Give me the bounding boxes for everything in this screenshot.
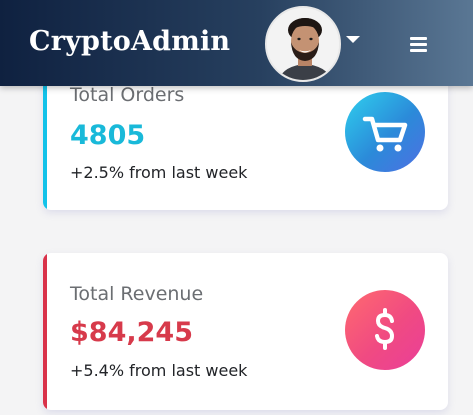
shopping-cart-icon (345, 92, 425, 172)
card-title: Total Orders (70, 84, 185, 106)
dollar-sign-icon (345, 290, 425, 370)
menu-line (410, 49, 427, 52)
caret-down-icon[interactable] (346, 36, 360, 43)
card-value: 4805 (70, 120, 146, 151)
menu-line (410, 43, 427, 46)
card-change: +5.4% from last week (70, 361, 248, 380)
brand-logo[interactable]: CryptoAdmin (29, 26, 230, 57)
card-value: $84,245 (70, 317, 193, 348)
card-accent-bar (43, 253, 47, 410)
stat-card-total-revenue: Total Revenue $84,245 +5.4% from last we… (43, 253, 448, 410)
hamburger-menu-icon[interactable] (408, 35, 430, 53)
card-title: Total Revenue (70, 283, 204, 305)
menu-line (410, 37, 427, 40)
top-navbar: CryptoAdmin (0, 0, 473, 86)
avatar-image (267, 8, 339, 80)
user-avatar[interactable] (265, 6, 341, 82)
card-change: +2.5% from last week (70, 163, 248, 182)
